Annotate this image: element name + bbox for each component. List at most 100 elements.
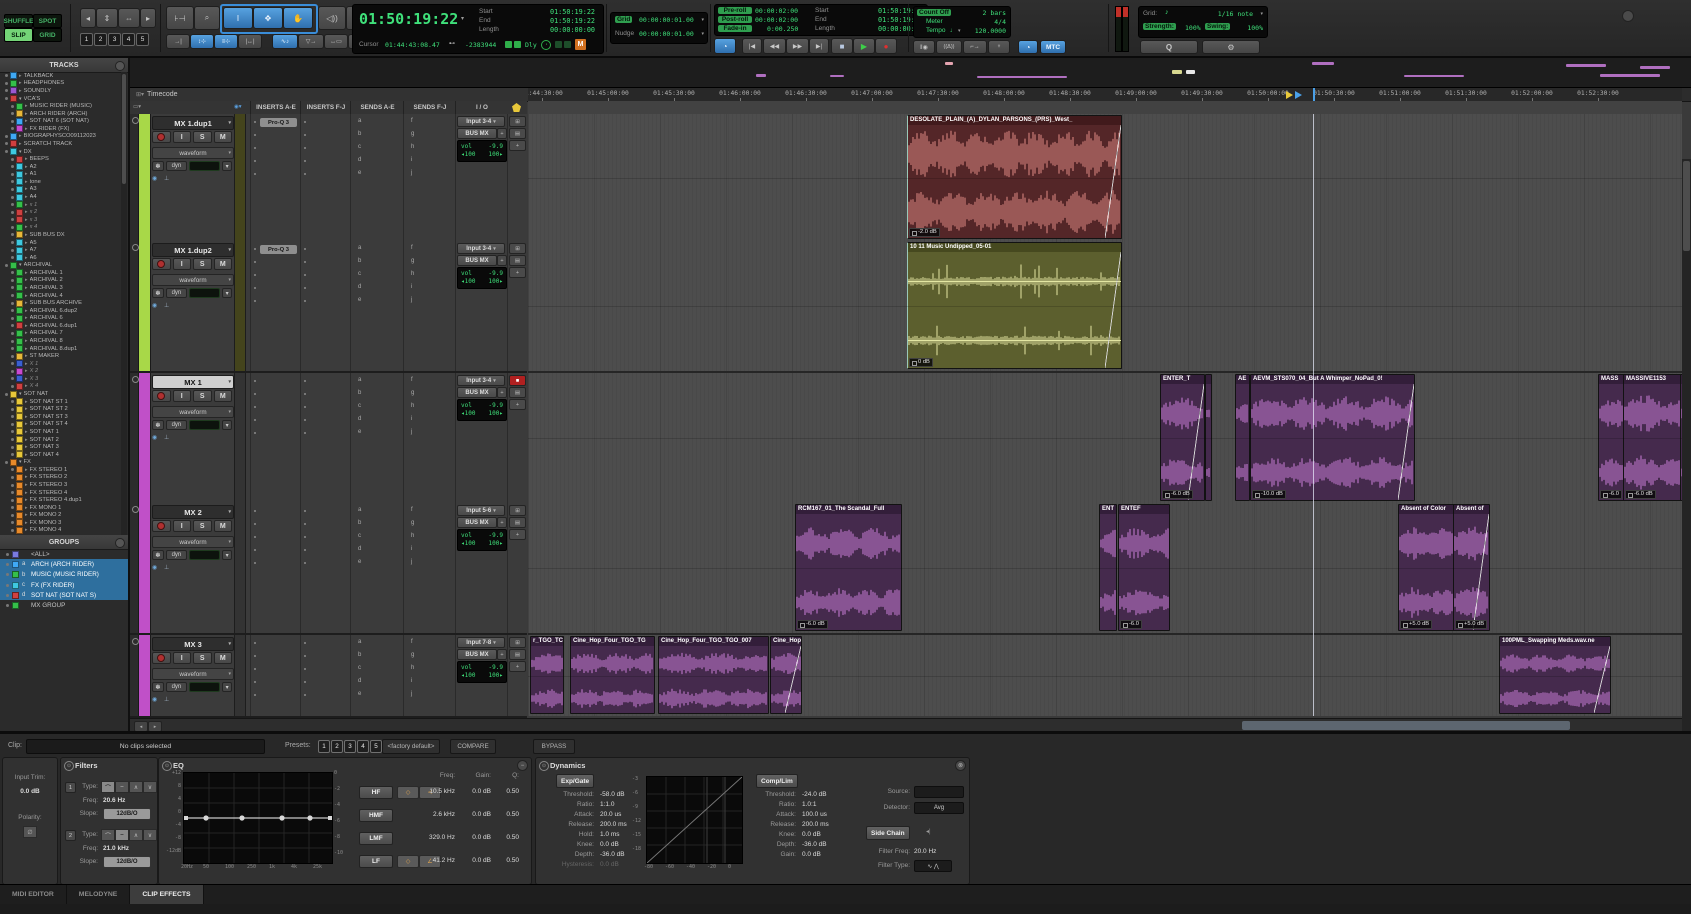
fade-in-label[interactable]: Fade-in <box>718 25 752 32</box>
filter-type-buttons[interactable]: ⌒⌣∧∨ <box>101 781 157 793</box>
zoom-preset-button[interactable]: 3 <box>108 33 121 46</box>
filter-shape-icon[interactable]: ⌒ <box>101 829 115 841</box>
track-mini-icon-3[interactable]: + <box>509 529 526 540</box>
sidebar-track-item[interactable]: ▸BEEPS <box>0 155 120 163</box>
post-roll-label[interactable]: Post-roll <box>718 16 752 23</box>
sidebar-track-item[interactable]: ▸ARCHIVAL 7 <box>0 330 120 338</box>
sidebar-track-item[interactable]: ▸SCRATCH TRACK <box>0 140 120 148</box>
automation-safe-icon[interactable]: ◉ <box>152 434 157 441</box>
track-show-dot[interactable] <box>11 218 14 221</box>
clip-gain-badge[interactable]: -6.0 <box>1600 490 1622 499</box>
sidebar-track-item[interactable]: ▸ARCHIVAL 6.dup2 <box>0 307 120 315</box>
view-dropdown-icon[interactable]: ▾ <box>228 539 231 545</box>
dyn-row-value[interactable]: 0.0 dB <box>600 861 619 868</box>
sidebar-track-item[interactable]: ▸FX MONO 1 <box>0 504 120 512</box>
send-slot-label[interactable]: a <box>358 639 361 645</box>
timeline-insertion-led[interactable] <box>505 41 512 48</box>
marker-flag-yellow[interactable] <box>1286 91 1293 99</box>
filter-shape-icon[interactable]: ∨ <box>143 781 157 793</box>
scrubber-tool-icon[interactable]: ◁)) <box>318 6 346 30</box>
input-dropdown-icon[interactable]: ▾ <box>493 378 496 384</box>
track-show-dot[interactable] <box>11 211 14 214</box>
send-slot-label[interactable]: a <box>358 507 361 513</box>
eq-gain-value[interactable]: 0.0 dB <box>461 857 491 864</box>
track-name[interactable]: MX 1.dup1▾ <box>152 116 234 130</box>
audio-clip[interactable]: AEVM_STS070_04_But A Whimper_NoPad_0!-10… <box>1250 374 1415 501</box>
track-show-dot[interactable] <box>11 256 14 259</box>
track-show-dot[interactable] <box>11 226 14 229</box>
zoom-preset-button[interactable]: 1 <box>80 33 93 46</box>
group-item[interactable]: aARCH (ARCH RIDER) <box>0 559 128 569</box>
edit-insertion-led[interactable] <box>514 41 521 48</box>
mute-button[interactable]: M <box>214 520 233 532</box>
folder-arrow-icon[interactable]: ▾ <box>19 391 22 397</box>
zoom-preset-button[interactable]: 4 <box>122 33 135 46</box>
record-arm-button[interactable] <box>152 390 171 402</box>
send-slot-label[interactable]: g <box>411 652 414 658</box>
track-header[interactable]: MX 1.dup1▾ISMwaveform▾✽dyn▾◉⊥Pro-Q 3afbg… <box>130 114 527 243</box>
view-dropdown-icon[interactable]: ▾ <box>228 150 231 156</box>
send-slot-label[interactable]: f <box>411 245 413 251</box>
fast-forward-button[interactable]: ▶▶ <box>786 38 809 54</box>
sidebar-track-item[interactable]: ▸A3 <box>0 186 120 194</box>
track-mini-icon-1[interactable]: ⊞ <box>509 243 526 254</box>
group-dot[interactable] <box>6 573 9 576</box>
mute-button[interactable]: M <box>214 390 233 402</box>
audio-clip[interactable]: 100PML_Swapping Meds.wav.ne <box>1499 636 1611 714</box>
sidebar-track-item[interactable]: ▸X 2 <box>0 368 120 376</box>
automation-safe-icon[interactable]: ◉ <box>152 696 157 703</box>
track-show-dot[interactable] <box>11 324 14 327</box>
track-show-dot[interactable] <box>11 180 14 183</box>
mirrored-midi-icon[interactable]: ↔▭ <box>324 34 348 49</box>
dyn-plugin-button[interactable]: dyn <box>166 420 187 430</box>
track-name-dropdown-icon[interactable]: ▾ <box>228 379 231 385</box>
insert-slot-dot[interactable] <box>254 300 256 302</box>
send-slot-label[interactable]: d <box>358 546 361 552</box>
track-name[interactable]: MX 1▾ <box>152 375 234 389</box>
insert-slot-dot[interactable] <box>304 419 306 421</box>
sidebar-track-item[interactable]: ▸SOT NAT 2 <box>0 436 120 444</box>
polarity-button[interactable]: ∅ <box>23 826 37 838</box>
tempo-value[interactable]: 120.0000 <box>975 27 1006 35</box>
timeline-ruler[interactable]: ⊞▾ Timecode 01:44:30:0001:45:00:0001:45:… <box>130 88 1691 102</box>
eq-q-value[interactable]: 0.50 <box>495 834 519 841</box>
groups-panel-header[interactable]: GROUPS <box>0 535 128 550</box>
track-show-dot[interactable] <box>5 97 8 100</box>
grid-value-label[interactable]: Grid <box>615 16 632 23</box>
sidebar-track-item[interactable]: ▸SOT NAT 1 <box>0 428 120 436</box>
audio-clip[interactable]: Cine_Hop_Four_TGO_TGO_007 <box>658 636 769 714</box>
elastic-audio-icon[interactable]: ✽ <box>152 420 164 430</box>
track-header[interactable]: MX 3▾ISMwaveform▾✽dyn▾◉⊥afbgchdiejInput … <box>130 635 527 718</box>
output-path-button[interactable]: BUS MX <box>457 517 497 528</box>
count-off-value[interactable]: 2 bars <box>983 9 1006 17</box>
input-path-button[interactable]: Input 3-4▾ <box>457 243 505 254</box>
output-plus-icon[interactable]: + <box>497 128 507 139</box>
filter-shape-icon[interactable]: ⌒ <box>101 781 115 793</box>
sidebar-track-item[interactable]: ▸FX MONO 2 <box>0 512 120 520</box>
group-dot[interactable] <box>6 563 9 566</box>
track-name[interactable]: MX 1.dup2▾ <box>152 243 234 257</box>
input-dropdown-icon[interactable]: ▾ <box>493 119 496 125</box>
elastic-audio-icon[interactable]: ✽ <box>152 288 164 298</box>
track-name-dropdown-icon[interactable]: ▾ <box>228 509 231 515</box>
dyn-dropdown-icon[interactable]: ▾ <box>222 288 232 298</box>
track-show-dot[interactable] <box>11 302 14 305</box>
track-mini-icon-1[interactable]: ■ <box>509 375 526 386</box>
eq-band-button[interactable]: HMF <box>359 809 393 822</box>
record-arm-button[interactable] <box>152 258 171 270</box>
insert-slot-dot[interactable] <box>304 248 306 250</box>
groups-menu-icon[interactable] <box>115 538 125 548</box>
preset-button[interactable]: 3 <box>344 740 356 753</box>
track-freeze-circle-icon[interactable] <box>132 244 139 251</box>
input-monitor-button[interactable]: I <box>173 520 192 532</box>
track-lane[interactable]: 10 11 Music Undipped_05-010 dB <box>528 241 1682 373</box>
record-arm-button[interactable] <box>152 652 171 664</box>
selector-tool-icon[interactable]: I <box>223 7 253 29</box>
dyn-row-value[interactable]: 100.0 us <box>802 811 827 818</box>
track-show-dot[interactable] <box>5 393 8 396</box>
insert-slot-dot[interactable] <box>254 655 256 657</box>
automation-safe-icon[interactable]: ◉ <box>152 302 157 309</box>
track-show-dot[interactable] <box>11 173 14 176</box>
sidebar-track-item[interactable]: ▸X 1 <box>0 360 120 368</box>
column-header-4[interactable]: I / O <box>455 101 508 114</box>
